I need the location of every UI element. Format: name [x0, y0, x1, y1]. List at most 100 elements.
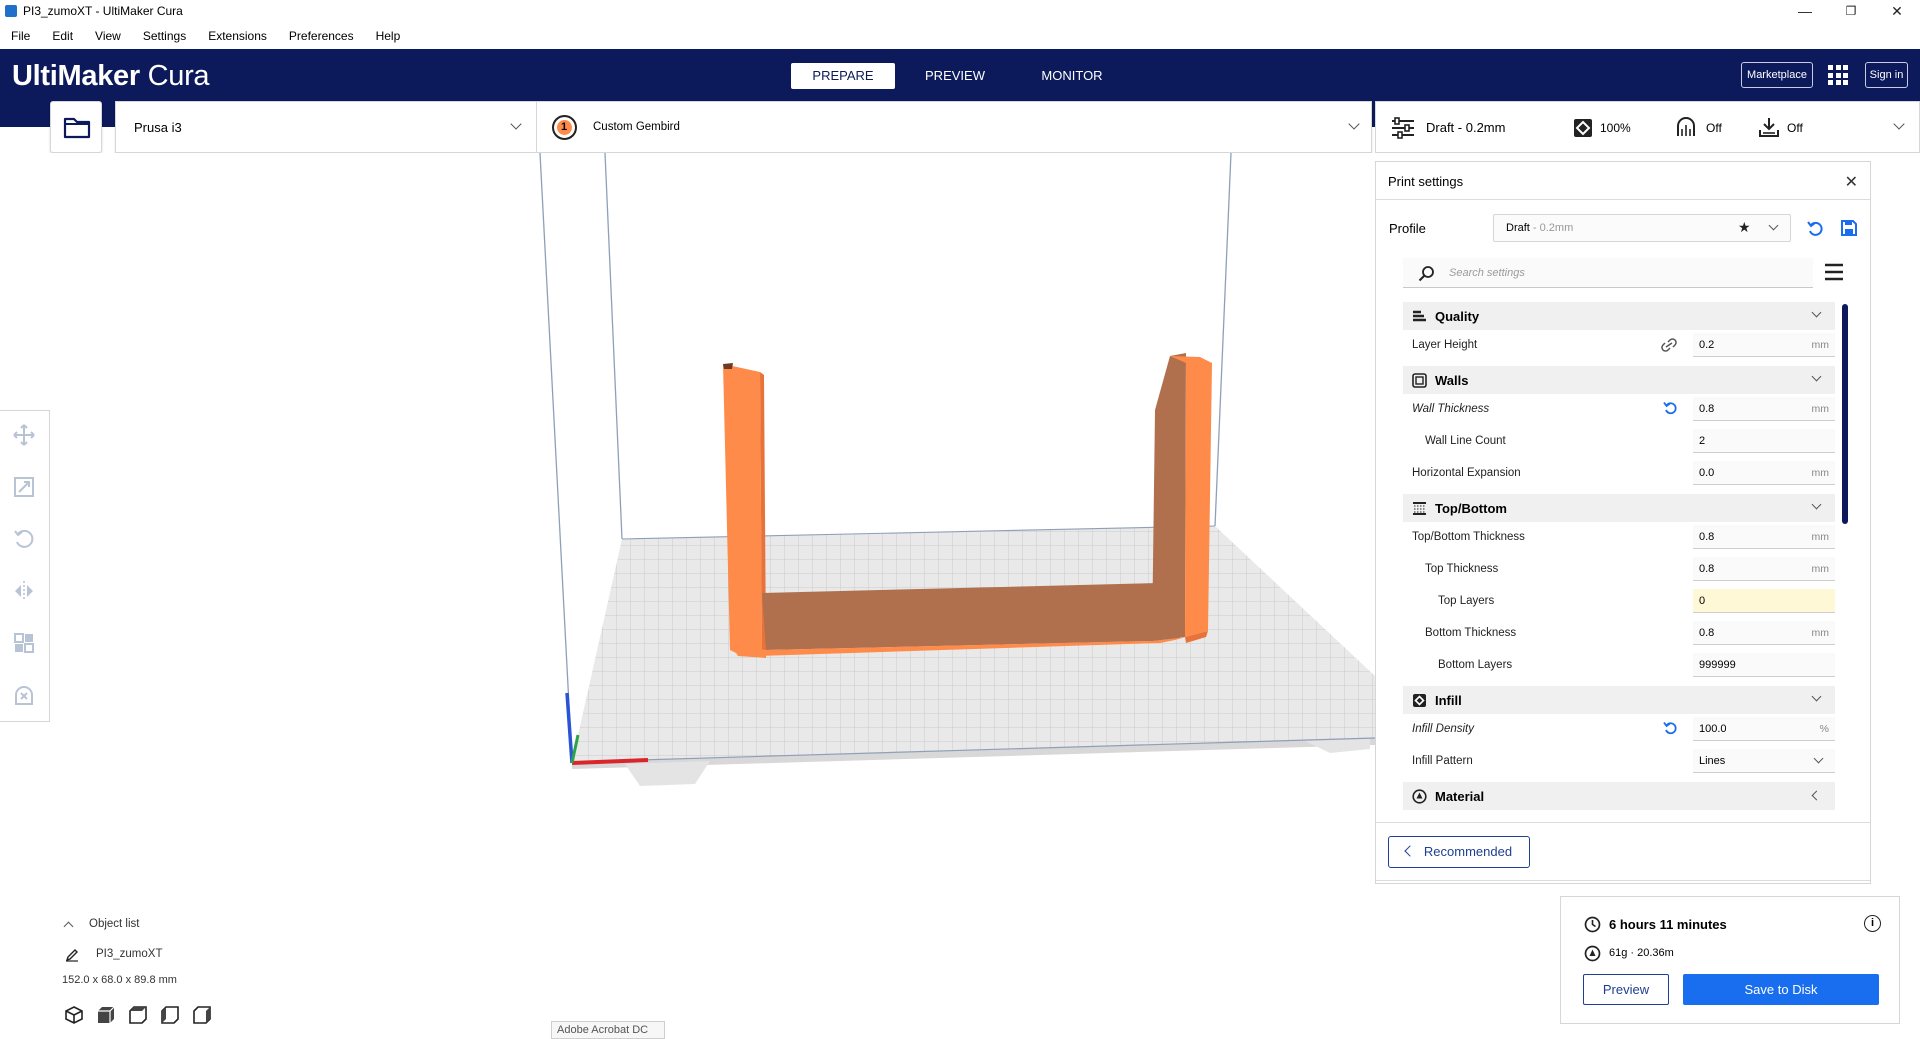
category-walls[interactable]: Walls	[1403, 366, 1835, 394]
settings-scrollbar[interactable]	[1842, 304, 1848, 524]
wall-thickness-input[interactable]: 0.8 mm	[1693, 397, 1835, 421]
category-material[interactable]: Material	[1403, 782, 1835, 810]
setting-top-layers: Top Layers 0	[1403, 587, 1835, 615]
bottom-thickness-input[interactable]: 0.8 mm	[1693, 621, 1835, 645]
move-icon[interactable]	[13, 424, 35, 446]
topbottom-thickness-input[interactable]: 0.8 mm	[1693, 525, 1835, 549]
reset-profile-icon[interactable]	[1807, 220, 1825, 238]
setting-bottom-layers: Bottom Layers 999999	[1403, 651, 1835, 679]
minimize-button[interactable]: —	[1782, 0, 1828, 22]
walls-icon	[1412, 373, 1427, 388]
topbottom-icon	[1413, 502, 1426, 515]
search-settings-field[interactable]: Search settings	[1403, 258, 1813, 288]
top-thickness-input[interactable]: 0.8 mm	[1693, 557, 1835, 581]
link-icon	[1661, 338, 1677, 352]
category-topbottom[interactable]: Top/Bottom	[1403, 494, 1835, 522]
object-dimensions: 152.0 x 68.0 x 89.8 mm	[62, 974, 177, 986]
profile-name: Draft	[1506, 222, 1530, 234]
printer-selector[interactable]: Prusa i3	[116, 102, 536, 152]
extruder-number: 1	[561, 121, 568, 133]
print-setup-summary[interactable]: Draft - 0.2mm 100% Off Off	[1375, 101, 1920, 153]
spool-icon	[1584, 945, 1601, 962]
horizontal-expansion-input[interactable]: 0.0 mm	[1693, 461, 1835, 485]
chevron-down-icon	[1893, 118, 1905, 130]
star-icon[interactable]: ★	[1738, 219, 1751, 236]
taskbar-tooltip: Adobe Acrobat DC	[551, 1021, 665, 1039]
reset-value-icon[interactable]	[1663, 401, 1678, 416]
tab-preview[interactable]: PREVIEW	[905, 63, 1005, 89]
chevron-down-icon	[1811, 307, 1822, 318]
clock-icon	[1584, 916, 1601, 933]
sign-in-button[interactable]: Sign in	[1865, 62, 1908, 88]
infill-summary: 100%	[1600, 121, 1631, 135]
top-view-icon[interactable]	[128, 1005, 148, 1025]
brand-logo: UltiMaker Cura	[12, 60, 210, 92]
setting-bottom-thickness: Bottom Thickness 0.8 mm	[1403, 619, 1835, 647]
layer-height-input[interactable]: 0.2 mm	[1693, 333, 1835, 357]
print-settings-panel: Print settings ✕ Profile Draft - 0.2mm ★…	[1375, 161, 1871, 884]
preview-button[interactable]: Preview	[1583, 974, 1669, 1005]
3d-view-icon[interactable]	[64, 1005, 84, 1025]
mirror-icon[interactable]	[13, 580, 35, 602]
reset-value-icon[interactable]	[1663, 721, 1678, 736]
menu-view[interactable]: View	[95, 29, 121, 43]
tab-prepare[interactable]: PREPARE	[791, 63, 895, 89]
front-view-icon[interactable]	[96, 1005, 116, 1025]
left-view-icon[interactable]	[160, 1005, 180, 1025]
chevron-down-icon	[1813, 753, 1824, 764]
menu-help[interactable]: Help	[376, 29, 401, 43]
menu-edit[interactable]: Edit	[52, 29, 73, 43]
machine-selector-bar: Prusa i3 1 Custom Gembird	[115, 101, 1372, 153]
search-icon	[1418, 266, 1434, 282]
recommended-mode-button[interactable]: Recommended	[1388, 836, 1530, 868]
wall-line-count-input[interactable]: 2	[1693, 429, 1835, 453]
restore-button[interactable]: ❐	[1828, 0, 1874, 22]
3d-viewport[interactable]	[0, 153, 1375, 1039]
adhesion-icon	[1759, 118, 1779, 137]
scale-icon[interactable]	[13, 476, 35, 498]
category-infill[interactable]: Infill	[1403, 686, 1835, 714]
save-profile-icon[interactable]	[1840, 219, 1858, 237]
profile-dropdown[interactable]: Draft - 0.2mm ★	[1493, 214, 1791, 242]
menu-extensions[interactable]: Extensions	[208, 29, 267, 43]
chevron-down-icon	[510, 118, 522, 130]
close-icon[interactable]: ✕	[1845, 172, 1858, 192]
category-quality[interactable]: Quality	[1403, 302, 1835, 330]
open-file-button[interactable]	[50, 101, 102, 153]
infill-icon	[1574, 119, 1592, 137]
info-icon[interactable]: i	[1864, 915, 1881, 932]
support-summary: Off	[1706, 121, 1722, 135]
setting-infill-pattern: Infill Pattern Lines	[1403, 747, 1835, 775]
material-selector[interactable]: 1 Custom Gembird	[537, 102, 1371, 152]
chevron-down-icon	[1811, 499, 1822, 510]
quality-icon	[1413, 310, 1426, 322]
app-switcher-icon[interactable]	[1828, 65, 1848, 85]
printer-name: Prusa i3	[134, 120, 182, 135]
rotate-icon[interactable]	[13, 528, 35, 550]
profile-label: Profile	[1389, 221, 1426, 236]
close-window-button[interactable]: ✕	[1874, 0, 1920, 22]
setting-layer-height: Layer Height 0.2 mm	[1403, 331, 1835, 359]
infill-pattern-select[interactable]: Lines	[1693, 749, 1835, 773]
menu-settings[interactable]: Settings	[143, 29, 186, 43]
settings-list: Quality Layer Height 0.2 mm Walls Wall Th…	[1403, 302, 1835, 820]
infill-density-input[interactable]: 100.0%	[1693, 717, 1835, 741]
menu-bar: File Edit View Settings Extensions Prefe…	[0, 25, 1920, 47]
top-layers-input[interactable]: 0	[1693, 589, 1835, 613]
tab-monitor[interactable]: MONITOR	[1022, 63, 1122, 89]
save-to-disk-button[interactable]: Save to Disk	[1683, 974, 1879, 1005]
support-blocker-icon[interactable]	[13, 684, 35, 706]
object-item[interactable]: PI3_zumoXT	[62, 948, 177, 966]
chevron-down-icon	[1768, 220, 1779, 231]
settings-visibility-menu-icon[interactable]	[1823, 262, 1845, 282]
right-view-icon[interactable]	[192, 1005, 212, 1025]
object-list-toggle[interactable]: Object list	[62, 918, 177, 936]
bottom-layers-input[interactable]: 999999	[1693, 653, 1835, 677]
per-model-settings-icon[interactable]	[13, 632, 35, 654]
chevron-left-icon	[1811, 790, 1822, 801]
setting-wall-line-count: Wall Line Count 2	[1403, 427, 1835, 455]
marketplace-button[interactable]: Marketplace	[1741, 62, 1813, 88]
menu-preferences[interactable]: Preferences	[289, 29, 354, 43]
menu-file[interactable]: File	[11, 29, 30, 43]
chevron-left-icon	[1404, 845, 1416, 857]
